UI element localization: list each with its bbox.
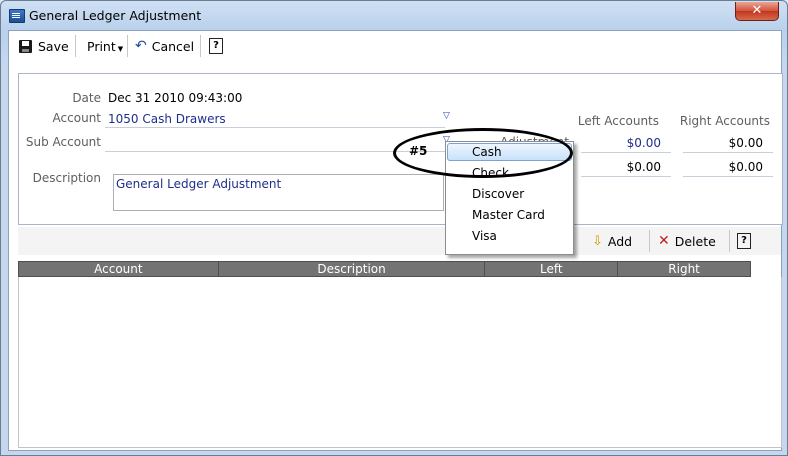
account-underline: [105, 127, 445, 128]
divider: [683, 152, 773, 153]
toolbar-divider: [729, 230, 730, 252]
arrow-down-icon: ⇩: [592, 233, 603, 249]
save-icon: [19, 39, 32, 53]
grid-help-button[interactable]: ?: [737, 230, 751, 252]
cancel-button[interactable]: ↶ Cancel: [135, 35, 194, 57]
right-accounts-header: Right Accounts: [679, 114, 770, 128]
column-header-right[interactable]: Right: [618, 261, 751, 277]
description-field[interactable]: General Ledger Adjustment: [113, 174, 444, 211]
close-icon: ✕: [751, 3, 763, 18]
annotation-marker: #5: [409, 144, 428, 158]
toolbar: Save Print ▼ ↶ Cancel ?: [9, 31, 781, 60]
total-left-value: $0.00: [626, 160, 661, 174]
app-icon: [9, 9, 25, 23]
account-dropdown-icon[interactable]: ▽: [443, 111, 450, 121]
total-right-value: $0.00: [728, 160, 763, 174]
save-label: Save: [38, 38, 69, 54]
help-icon: ?: [209, 38, 223, 54]
print-button[interactable]: Print ▼: [87, 35, 123, 57]
description-label: Description: [32, 171, 101, 185]
client-area: Save Print ▼ ↶ Cancel ? Date Dec 31 2010…: [8, 30, 783, 451]
option-master-card[interactable]: Master Card: [472, 208, 545, 222]
toolbar-divider: [75, 35, 76, 57]
divider: [683, 176, 773, 177]
app-window: General Ledger Adjustment ✕ Save Print ▼…: [0, 0, 788, 456]
adjustment-right-value: $0.00: [728, 136, 763, 150]
subaccount-label: Sub Account: [25, 135, 101, 149]
account-label: Account: [52, 111, 101, 125]
date-label: Date: [72, 91, 101, 105]
toolbar-divider: [649, 230, 650, 252]
undo-icon: ↶: [135, 38, 147, 54]
column-header-account[interactable]: Account: [18, 261, 219, 277]
delete-button[interactable]: ✕ Delete: [658, 230, 716, 252]
close-button[interactable]: ✕: [735, 2, 779, 21]
toolbar-divider: [200, 35, 201, 57]
title-bar: General Ledger Adjustment ✕: [1, 1, 787, 29]
save-button[interactable]: Save: [19, 35, 69, 57]
cancel-label: Cancel: [151, 38, 195, 54]
grid-body[interactable]: [18, 277, 782, 448]
option-discover[interactable]: Discover: [472, 187, 524, 201]
add-label: Add: [607, 233, 633, 249]
grid-header: Account Description Left Right: [18, 261, 751, 277]
description-value: General Ledger Adjustment: [116, 177, 282, 191]
column-header-left[interactable]: Left: [485, 261, 619, 277]
window-title: General Ledger Adjustment: [29, 8, 202, 23]
option-visa[interactable]: Visa: [472, 229, 497, 243]
left-accounts-header: Left Accounts: [577, 114, 659, 128]
print-label: Print: [87, 38, 116, 54]
add-button[interactable]: ⇩ Add: [592, 230, 632, 252]
grid-toolbar: ⇩ Add ✕ Delete ?: [18, 227, 781, 255]
divider: [581, 176, 671, 177]
help-icon: ?: [737, 233, 751, 249]
column-header-description[interactable]: Description: [218, 261, 486, 277]
chevron-down-icon: ▼: [117, 45, 124, 53]
adjustment-left-value: $0.00: [626, 136, 661, 150]
account-value[interactable]: 1050 Cash Drawers: [108, 112, 226, 126]
date-value: Dec 31 2010 09:43:00: [108, 91, 243, 105]
help-button[interactable]: ?: [209, 35, 223, 57]
divider: [581, 152, 671, 153]
toolbar-divider: [127, 35, 128, 57]
delete-label: Delete: [674, 233, 716, 249]
delete-icon: ✕: [658, 233, 670, 249]
